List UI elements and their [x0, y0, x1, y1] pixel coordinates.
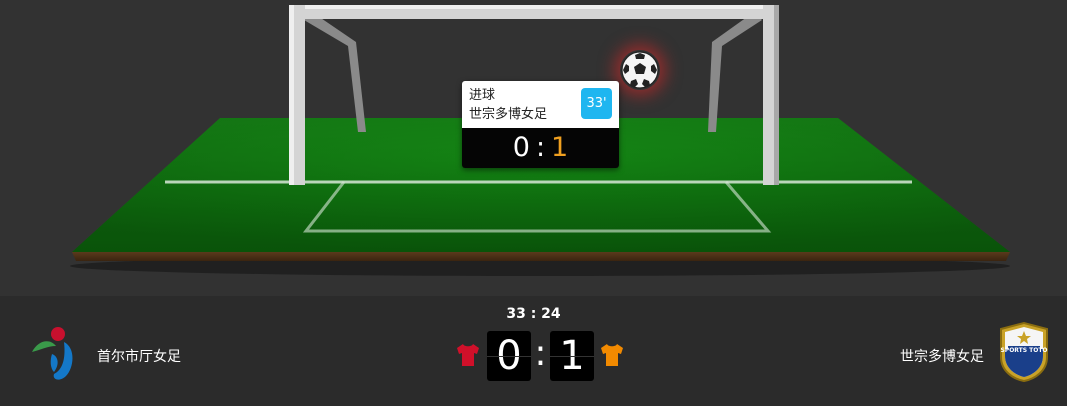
- event-header: 进球 世宗多博女足 33': [462, 81, 619, 128]
- event-score-away: 1: [551, 132, 569, 163]
- event-score-home: 0: [512, 132, 530, 163]
- goal-event-card: 进球 世宗多博女足 33' 0:1: [462, 81, 619, 168]
- score-separator: :: [534, 333, 547, 374]
- away-team-logo: SPORTS TOTO: [1000, 321, 1048, 383]
- home-team-logo: [32, 327, 73, 380]
- event-minute-badge: 33': [581, 88, 612, 119]
- away-logo-text: SPORTS TOTO: [1000, 347, 1047, 354]
- home-team-name: 首尔市厅女足: [97, 349, 181, 365]
- away-score: 1: [550, 331, 594, 381]
- pitch-stage: 进球 世宗多博女足 33' 0:1: [0, 0, 1067, 296]
- away-team-name: 世宗多博女足: [900, 349, 984, 365]
- home-kit-shirt-icon: [457, 344, 479, 366]
- home-score: 0: [487, 331, 531, 381]
- away-kit-shirt-icon: [601, 344, 623, 366]
- scoreboard: 33 : 24 首尔市厅女足 0 : 1 世宗多博女足 SPORTS TOTO: [0, 296, 1067, 406]
- match-clock: 33 : 24: [506, 306, 561, 322]
- goal-back-strut-right: [708, 12, 762, 132]
- event-score: 0:1: [462, 128, 619, 168]
- soccer-ball-icon: [621, 51, 659, 89]
- event-score-separator: :: [535, 132, 546, 163]
- goal-back-strut-left: [304, 12, 366, 132]
- soil-edge: [72, 252, 1010, 261]
